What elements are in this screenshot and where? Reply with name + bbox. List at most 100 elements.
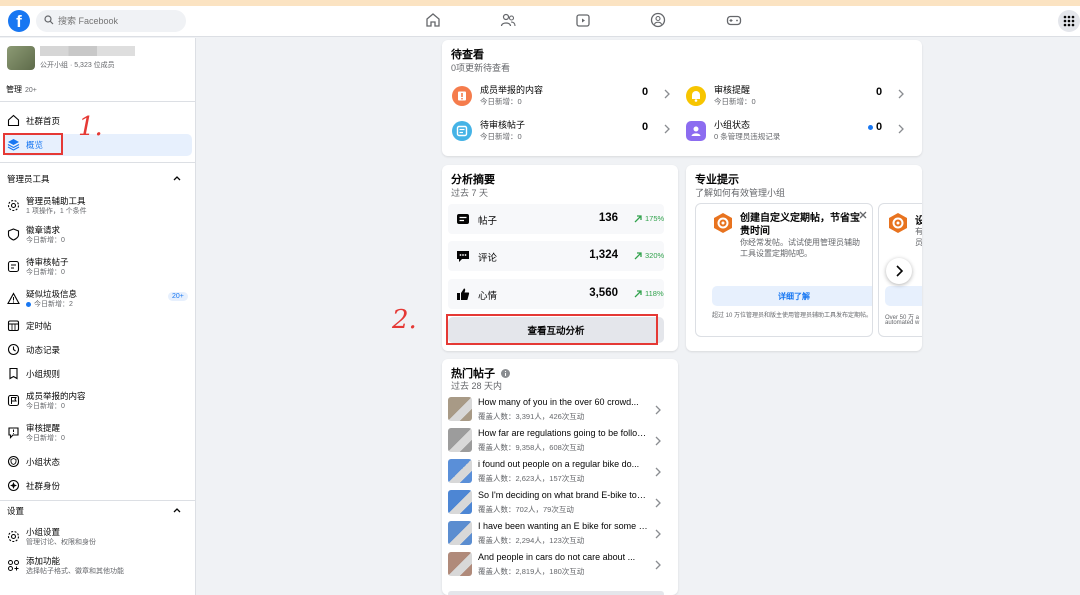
manage-text: 管理 xyxy=(6,85,22,94)
pro-tips-card: 专业提示 了解如何有效管理小组 创建自定义定期帖，节省宝贵时间 你经常发帖。试试… xyxy=(686,165,922,351)
pending-item-moderation-alerts[interactable]: 审核提醒 今日新增：0 0 xyxy=(686,82,916,112)
chevron-right-icon xyxy=(898,124,904,134)
sidebar-item-group-status[interactable]: 小组状态 xyxy=(0,451,195,473)
post-title: How many of you in the over 60 crowd... xyxy=(478,397,639,407)
info-icon[interactable] xyxy=(501,369,511,378)
pending-item-pending-posts[interactable]: 待审核帖子 今日新增：0 0 xyxy=(452,117,682,147)
hot-post-row[interactable]: I have been wanting an E bike for some t… xyxy=(448,519,664,547)
facebook-logo-icon[interactable]: f xyxy=(8,10,30,32)
group-meta: 公开小组 · 5,323 位成员 xyxy=(40,62,115,69)
menu-grid-button[interactable] xyxy=(1058,10,1080,32)
sidebar-item-group-settings[interactable]: 小组设置 管理讨论、权限和身份 xyxy=(0,526,195,548)
chevron-right-icon xyxy=(664,124,670,134)
pending-item-sub: 今日新增：0 xyxy=(480,97,522,106)
post-title: i found out people on a regular bike do.… xyxy=(478,459,640,469)
gaming-icon[interactable] xyxy=(726,12,742,28)
post-meta: 覆盖人数：3,391人，426次互动 xyxy=(478,412,585,421)
trend-up-icon xyxy=(634,215,642,223)
report-icon xyxy=(452,86,472,106)
hot-posts-subtitle: 过去 28 天内 xyxy=(451,381,503,391)
analytics-row-reactions: 心情 3,560 118% xyxy=(448,279,664,309)
calendar-icon xyxy=(7,320,20,332)
learn-more-button-partial[interactable] xyxy=(885,286,922,306)
chevron-up-icon[interactable] xyxy=(172,173,182,183)
divider xyxy=(0,500,195,501)
flag-icon xyxy=(7,394,20,407)
analytics-row-posts: 帖子 136 175% xyxy=(448,204,664,234)
group-avatar[interactable] xyxy=(7,46,35,70)
pending-item-group-status[interactable]: 小组状态 0 条管理员违规记录 0 xyxy=(686,117,916,147)
pending-title: 待查看 xyxy=(451,49,484,61)
post-meta: 覆盖人数：702人，79次互动 xyxy=(478,505,574,514)
friends-icon[interactable] xyxy=(500,12,516,28)
analytics-row-label: 心情 xyxy=(478,291,498,302)
sidebar-item-scheduled-posts[interactable]: 定时帖 xyxy=(0,315,195,337)
pending-subtitle: 0项更新待查看 xyxy=(451,63,511,73)
sidebar-item-admin-assist[interactable]: 管理员辅助工具 1 项操作，1 个条件 xyxy=(0,195,195,217)
group-name-blurred[interactable] xyxy=(40,46,135,56)
gear-icon xyxy=(7,199,20,212)
sidebar-item-spam[interactable]: 疑似垃圾信息 今日新增：2 20+ xyxy=(0,288,195,310)
pending-item-label: 成员举报的内容 xyxy=(480,85,544,95)
alert-bubble-icon xyxy=(8,427,19,439)
search-input[interactable] xyxy=(58,10,180,32)
watch-icon[interactable] xyxy=(575,12,591,28)
sidebar-item-badge-requests[interactable]: 徽章请求 今日新增：0 xyxy=(0,224,195,246)
hot-post-row[interactable]: And people in cars do not care about ...… xyxy=(448,550,664,578)
sidebar-item-label: 小组状态 xyxy=(26,457,61,467)
tip-card-scheduled-posts: 创建自定义定期帖，节省宝贵时间 你经常发帖。试试使用管理员辅助工具设置定期帖吧。… xyxy=(695,203,873,337)
sidebar-item-moderation-alerts[interactable]: 审核提醒 今日新增：0 xyxy=(0,422,195,444)
hot-post-row[interactable]: i found out people on a regular bike do.… xyxy=(448,457,664,485)
pending-item-count: 0 xyxy=(642,86,649,98)
pending-posts-icon xyxy=(7,260,20,273)
tip-card-desc-partial-1: 有 xyxy=(915,226,922,237)
post-thumbnail xyxy=(448,490,472,514)
chevron-right-icon xyxy=(655,560,661,570)
clock-icon xyxy=(7,343,20,356)
search-box[interactable] xyxy=(36,10,186,32)
learn-more-button[interactable]: 详细了解 xyxy=(712,286,872,306)
manage-count: 20+ xyxy=(25,87,37,94)
add-features-icon xyxy=(8,560,19,571)
sidebar-item-member-reports[interactable]: 成员举报的内容 今日新增：0 xyxy=(0,390,195,412)
post-thumbnail xyxy=(448,521,472,545)
tip-card-desc-partial-2: 员 xyxy=(915,237,922,248)
sidebar-item-activity-log[interactable]: 动态记录 xyxy=(0,339,195,361)
pending-item-label: 审核提醒 xyxy=(714,85,751,95)
hot-post-row[interactable]: So I'm deciding on what brand E-bike to … xyxy=(448,488,664,516)
sidebar-item-label: 动态记录 xyxy=(26,345,61,355)
post-meta: 覆盖人数：9,358人，608次互动 xyxy=(478,443,585,452)
sidebar-item-add-features[interactable]: 添加功能 选择帖子格式、徽章和其他功能 xyxy=(0,555,195,577)
home-icon[interactable] xyxy=(425,12,441,28)
hot-post-row[interactable]: How far are regulations going to be foll… xyxy=(448,426,664,454)
spam-sub-text: 今日新增：2 xyxy=(34,301,73,308)
annotation-box-1 xyxy=(3,133,63,155)
post-thumbnail xyxy=(448,428,472,452)
hot-post-row[interactable]: How many of you in the over 60 crowd... 覆… xyxy=(448,395,664,423)
warning-icon xyxy=(7,292,20,305)
chevron-up-icon[interactable] xyxy=(172,505,182,515)
new-dot xyxy=(868,125,873,130)
tip-card-foot: 超过 10 万位管理员和版主使用管理员辅助工具发布定期帖。 xyxy=(712,313,873,319)
tips-title: 专业提示 xyxy=(695,174,739,186)
chevron-right-icon xyxy=(655,436,661,446)
analytics-row-label: 帖子 xyxy=(478,216,498,227)
sidebar-item-pending-posts[interactable]: 待审核帖子 今日新增：0 xyxy=(0,256,195,278)
search-icon xyxy=(44,15,54,25)
chevron-right-icon xyxy=(655,529,661,539)
pending-item-count: 0 xyxy=(876,121,883,133)
sidebar-item-community-roles[interactable]: 社群身份 xyxy=(0,475,195,497)
post-queue-icon xyxy=(452,121,472,141)
admin-assist-hex-icon xyxy=(714,213,732,233)
sidebar-item-label: 定时帖 xyxy=(26,321,52,331)
sidebar-item-group-rules[interactable]: 小组规则 xyxy=(0,363,195,385)
thumbs-up-icon xyxy=(457,288,470,300)
see-more-button[interactable] xyxy=(448,591,664,595)
groups-icon[interactable] xyxy=(650,12,666,28)
analytics-row-comments: 评论 1,324 320% xyxy=(448,241,664,271)
next-tip-button[interactable] xyxy=(886,258,912,284)
post-icon xyxy=(457,214,469,224)
post-title: I have been wanting an E bike for some t… xyxy=(478,521,648,531)
pending-item-member-reports[interactable]: 成员举报的内容 今日新增：0 0 xyxy=(452,82,682,112)
sidebar-item-label: 社群身份 xyxy=(26,481,61,491)
